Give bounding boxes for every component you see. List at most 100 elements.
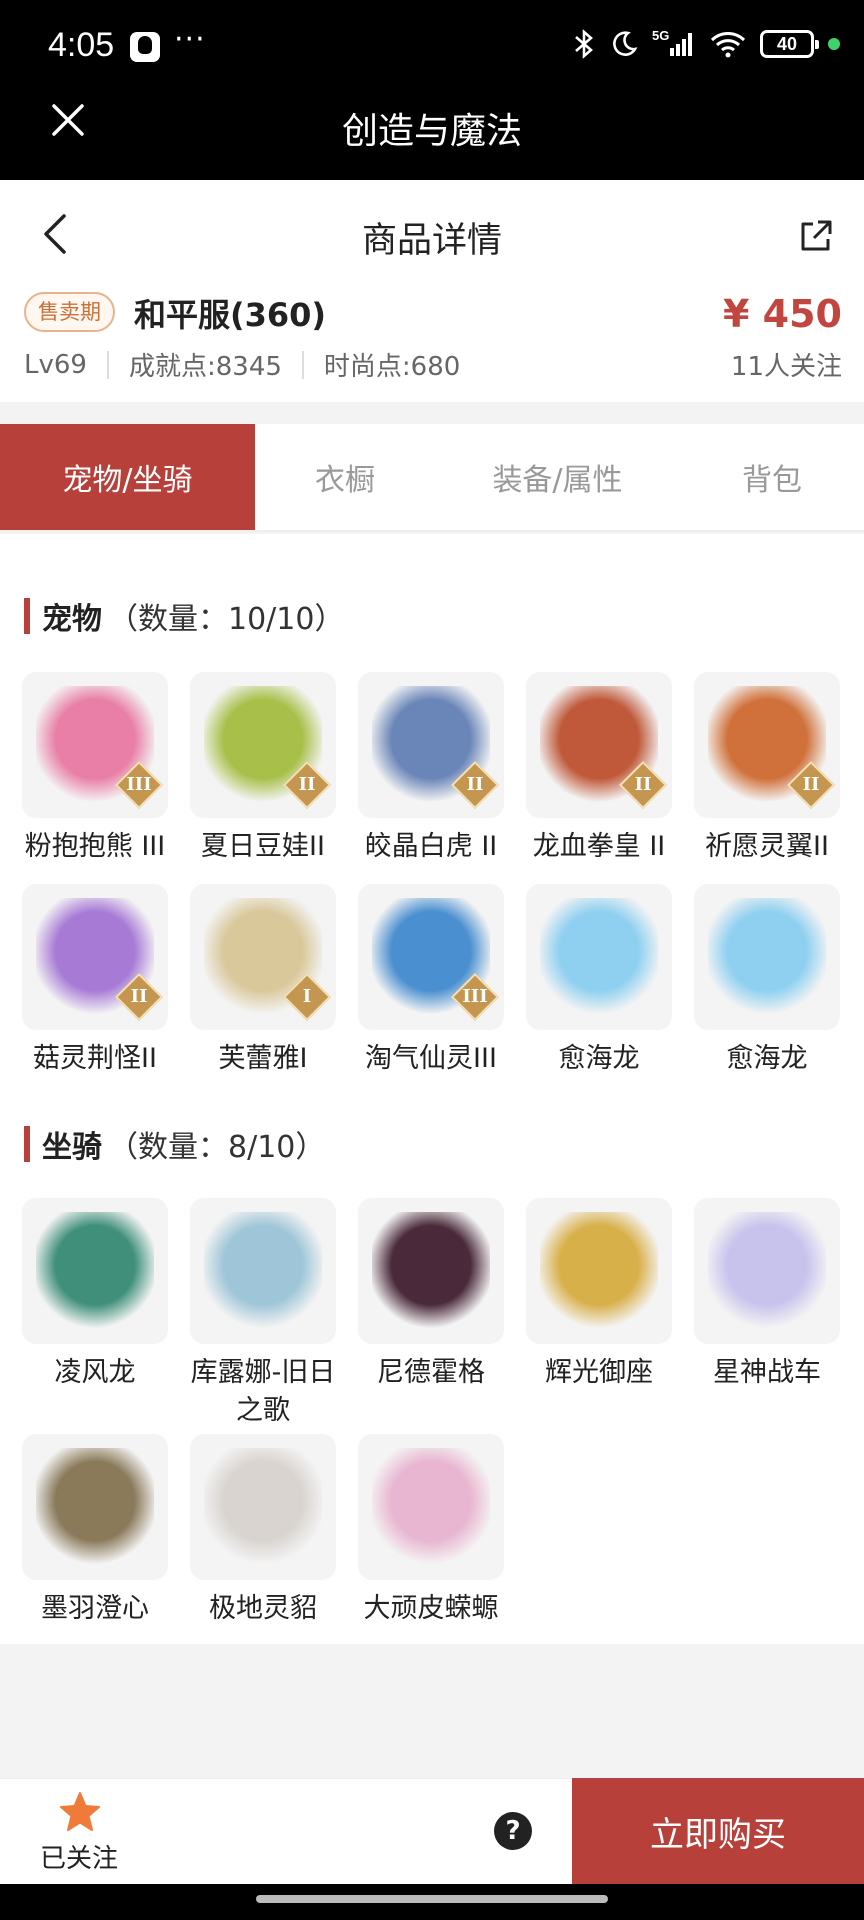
item-name: 愈海龙 (726, 1043, 808, 1074)
pet-item[interactable]: I 芙蕾雅I (190, 884, 336, 1078)
pet-item[interactable]: II 皎晶白虎 II (358, 672, 504, 866)
section-name: 坐骑 (42, 1130, 102, 1165)
status-badge: 售卖期 (24, 292, 115, 332)
item-name: 辉光御座 (545, 1357, 653, 1388)
grade-label: I (302, 986, 312, 1007)
pet-thumbnail[interactable] (526, 884, 672, 1030)
achievement-points: 成就点:8345 (128, 352, 282, 382)
tab-wardrobe[interactable]: 衣橱 (255, 424, 435, 530)
wifi-icon (710, 32, 746, 58)
item-name: 墨羽澄心 (41, 1593, 149, 1624)
follower-count: 11人关注 (730, 352, 842, 382)
mount-item[interactable]: 墨羽澄心 (22, 1434, 168, 1628)
mount-item[interactable]: 星神战车 (694, 1198, 840, 1430)
mount-item[interactable]: 凌风龙 (22, 1198, 168, 1430)
pet-thumbnail[interactable]: III (22, 672, 168, 818)
mount-item[interactable]: 尼德霍格 (358, 1198, 504, 1430)
pet-item[interactable]: III 粉抱抱熊 III (22, 672, 168, 866)
pet-item[interactable]: II 龙血拳皇 II (526, 672, 672, 866)
item-artwork (372, 1448, 490, 1566)
mount-item[interactable]: 辉光御座 (526, 1198, 672, 1430)
buy-now-button[interactable]: 立即购买 (572, 1778, 864, 1884)
mount-thumbnail[interactable] (358, 1198, 504, 1344)
section-count: （数量：8/10） (108, 1130, 326, 1165)
pet-thumbnail[interactable]: II (694, 672, 840, 818)
grade-label: II (802, 774, 820, 795)
item-artwork (708, 898, 826, 1016)
mounts-section-title: 坐骑 （数量：8/10） (24, 1122, 325, 1166)
status-time: 4:05 (48, 26, 115, 64)
grade-label: III (462, 986, 488, 1007)
follow-button-label[interactable]: 已关注 (40, 1838, 118, 1875)
detail-tabs: 宠物/坐骑 衣橱 装备/属性 背包 (0, 424, 864, 532)
pet-thumbnail[interactable]: I (190, 884, 336, 1030)
grade-label: II (298, 774, 316, 795)
mount-item[interactable]: 大顽皮蝾螈 (358, 1434, 504, 1628)
pet-thumbnail[interactable]: II (526, 672, 672, 818)
grade-label: II (130, 986, 148, 1007)
tab-backpack[interactable]: 背包 (680, 424, 864, 530)
help-icon[interactable]: ? (494, 1812, 532, 1850)
system-icons: 5G 40 (572, 28, 840, 60)
section-name: 宠物 (42, 602, 102, 637)
item-artwork (36, 1448, 154, 1566)
pet-thumbnail[interactable]: II (358, 672, 504, 818)
mount-thumbnail[interactable] (694, 1198, 840, 1344)
mount-thumbnail[interactable] (22, 1434, 168, 1580)
item-artwork (372, 1212, 490, 1330)
section-marker (24, 1126, 30, 1162)
item-artwork (540, 1212, 658, 1330)
mount-grid: 凌风龙 库露娜-旧日之歌 尼德霍格 辉光御座 星神战车墨羽澄心 极地灵貂 大顽皮蝾螈 (22, 1198, 840, 1628)
pet-item[interactable]: III 淘气仙灵III (358, 884, 504, 1078)
item-name: 星神战车 (713, 1357, 821, 1388)
item-name: 库露娜-旧日之歌 (190, 1357, 336, 1426)
grade-label: II (634, 774, 652, 795)
pet-thumbnail[interactable]: II (22, 884, 168, 1030)
item-artwork (204, 1448, 322, 1566)
pet-item[interactable]: 愈海龙 (526, 884, 672, 1078)
mount-thumbnail[interactable] (358, 1434, 504, 1580)
tab-pets-mounts[interactable]: 宠物/坐骑 (0, 424, 255, 530)
webview-title: 创造与魔法 (341, 111, 522, 152)
level: Lv69 (24, 349, 87, 380)
pet-item[interactable]: II 夏日豆娃II (190, 672, 336, 866)
battery-icon: 40 (760, 30, 819, 58)
item-artwork (36, 1212, 154, 1330)
item-name: 愈海龙 (558, 1043, 640, 1074)
server-name: 和平服(360) (134, 296, 327, 334)
price: ¥ 450 (723, 292, 842, 336)
pet-thumbnail[interactable]: II (190, 672, 336, 818)
mount-item[interactable]: 极地灵貂 (190, 1434, 336, 1628)
tab-equipment[interactable]: 装备/属性 (435, 424, 680, 530)
item-name: 尼德霍格 (377, 1357, 485, 1388)
account-stats: Lv69 成就点:8345 时尚点:680 (24, 346, 460, 383)
pet-grid: III 粉抱抱熊 III II 夏日豆娃II II 皎晶白虎 II II 龙血拳皇 II II 祈… (22, 672, 840, 1078)
section-count: （数量：10/10） (108, 602, 345, 637)
item-name: 龙血拳皇 II (532, 831, 666, 862)
fashion-points: 时尚点:680 (323, 352, 461, 382)
page-title: 商品详情 (361, 221, 502, 261)
pet-item[interactable]: II 菇灵荆怪II (22, 884, 168, 1078)
bluetooth-icon (575, 29, 593, 59)
mount-item[interactable]: 库露娜-旧日之歌 (190, 1198, 336, 1430)
pets-section-title: 宠物 （数量：10/10） (24, 594, 344, 638)
grade-label: III (126, 774, 152, 795)
home-indicator[interactable] (256, 1895, 608, 1903)
section-marker (24, 598, 30, 634)
item-artwork (540, 898, 658, 1016)
qq-icon (130, 32, 160, 62)
item-artwork (708, 1212, 826, 1330)
share-icon[interactable] (798, 218, 834, 254)
grade-label: II (466, 774, 484, 795)
pet-thumbnail[interactable]: III (358, 884, 504, 1030)
mount-thumbnail[interactable] (526, 1198, 672, 1344)
divider (301, 350, 304, 379)
pet-thumbnail[interactable] (694, 884, 840, 1030)
mount-thumbnail[interactable] (22, 1198, 168, 1344)
pet-item[interactable]: II 祈愿灵翼II (694, 672, 840, 866)
mount-thumbnail[interactable] (190, 1198, 336, 1344)
moon-icon (613, 31, 638, 56)
mount-thumbnail[interactable] (190, 1434, 336, 1580)
pet-item[interactable]: 愈海龙 (694, 884, 840, 1078)
star-icon[interactable] (58, 1790, 102, 1834)
